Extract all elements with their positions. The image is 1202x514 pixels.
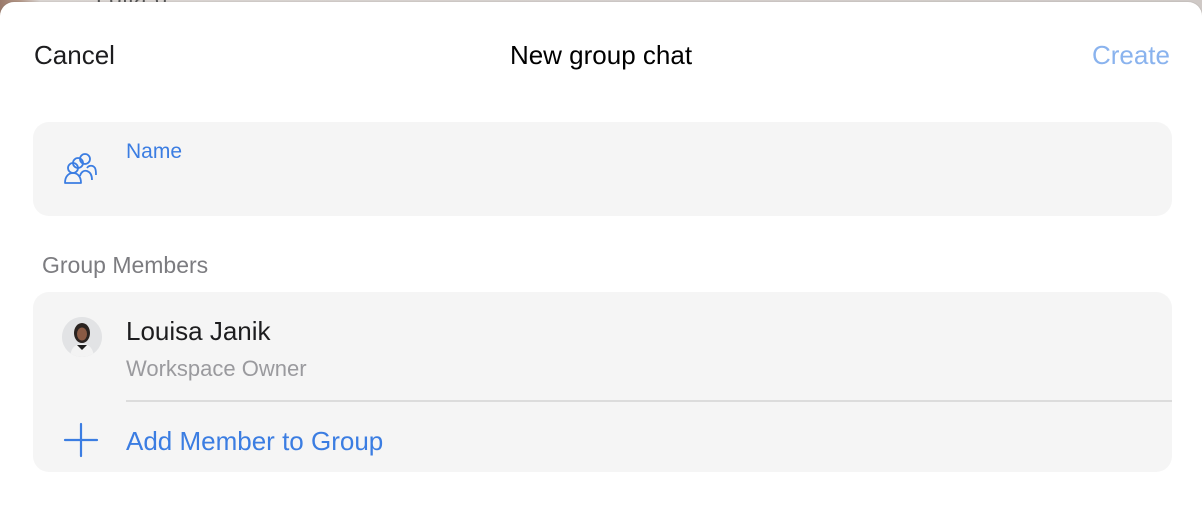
add-member-label: Add Member to Group [126, 426, 384, 456]
name-label: Name [126, 140, 183, 163]
new-group-chat-sheet: Cancel New group chat Create Name Group … [0, 2, 1202, 514]
group-members-header: Group Members [42, 252, 209, 278]
group-icon [63, 150, 99, 186]
member-role: Workspace Owner [126, 356, 307, 381]
navigation-bar: Cancel New group chat Create [0, 2, 1202, 106]
member-name: Louisa Janik [126, 316, 271, 346]
plus-icon [63, 422, 99, 458]
members-card: Louisa Janik Workspace Owner Add Member … [33, 292, 1172, 472]
group-name-input[interactable] [126, 170, 1130, 202]
add-member-button[interactable]: Add Member to Group [33, 402, 1172, 472]
avatar [62, 317, 102, 357]
page-title: New group chat [509, 40, 693, 70]
create-button[interactable]: Create [1092, 40, 1170, 71]
name-card[interactable]: Name [33, 122, 1172, 216]
